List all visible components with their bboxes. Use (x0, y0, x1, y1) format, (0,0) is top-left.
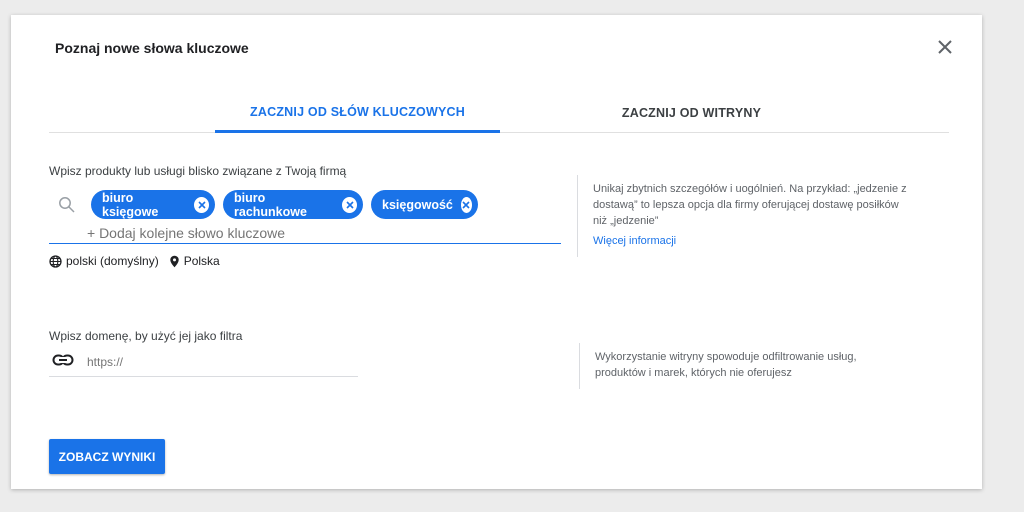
chip-remove-button[interactable] (194, 196, 209, 213)
more-info-link[interactable]: Więcej informacji (593, 235, 676, 247)
chip-label: biuro księgowe (102, 190, 159, 219)
see-results-button[interactable]: ZOBACZ WYNIKI (49, 439, 165, 474)
dialog-title: Poznaj nowe słowa kluczowe (55, 40, 249, 56)
keyword-chip[interactable]: biuro księgowe (91, 190, 215, 219)
keyword-chip[interactable]: biuro rachunkowe (223, 190, 363, 219)
help-line: Wykorzystanie witryny spowoduje odfiltro… (595, 351, 857, 363)
chip-remove-button[interactable] (460, 196, 472, 213)
help-line: produktów i marek, których nie oferujesz (595, 367, 792, 379)
globe-icon (49, 254, 62, 268)
keywords-label: Wpisz produkty lub usługi blisko związan… (49, 164, 347, 178)
help-line: dostawą” to lepsza opcja dla firmy oferu… (593, 199, 899, 211)
chip-label: księgowość (382, 197, 453, 212)
close-icon (938, 40, 952, 54)
keywords-help-text: Unikaj zbytnich szczegółów i uogólnień. … (593, 181, 907, 229)
divider (579, 343, 580, 389)
language-value[interactable]: polski (domyślny) (66, 254, 159, 268)
search-icon (59, 197, 75, 213)
chip-label: biuro rachunkowe (234, 190, 307, 219)
targeting-info: polski (domyślny) Polska (49, 254, 220, 268)
tab-bar: ZACZNIJ OD SŁÓW KLUCZOWYCH ZACZNIJ OD WI… (49, 93, 949, 133)
location-value[interactable]: Polska (184, 254, 220, 268)
location-pin-icon (170, 255, 179, 267)
help-line: niż „jedzenie” (593, 215, 659, 227)
keyword-input-underline (49, 243, 561, 244)
add-keyword-input[interactable] (87, 225, 337, 241)
chip-remove-button[interactable] (342, 196, 357, 213)
tab-website[interactable]: ZACZNIJ OD WITRYNY (549, 93, 834, 132)
keyword-dialog: Poznaj nowe słowa kluczowe ZACZNIJ OD SŁ… (11, 15, 982, 489)
domain-input[interactable] (87, 355, 347, 369)
chip-remove-icon (462, 200, 471, 209)
domain-help-text: Wykorzystanie witryny spowoduje odfiltro… (595, 349, 857, 381)
keyword-chip[interactable]: księgowość (371, 190, 478, 219)
chip-remove-icon (198, 200, 206, 209)
divider (577, 175, 578, 257)
tab-keywords[interactable]: ZACZNIJ OD SŁÓW KLUCZOWYCH (215, 93, 500, 133)
close-button[interactable] (934, 36, 956, 58)
help-line: Unikaj zbytnich szczegółów i uogólnień. … (593, 183, 907, 195)
domain-input-underline (49, 376, 358, 377)
domain-label: Wpisz domenę, by użyć jej jako filtra (49, 329, 243, 343)
link-icon (52, 354, 74, 366)
chip-remove-icon (345, 200, 354, 209)
